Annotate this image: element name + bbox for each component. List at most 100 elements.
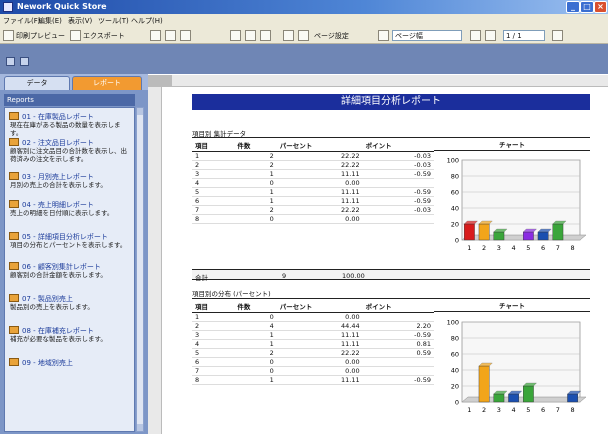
- table-cell: 1: [234, 196, 277, 206]
- table-cell: -0.59: [362, 375, 434, 385]
- table-cell: [362, 312, 434, 322]
- x-tick-label: 4: [512, 244, 516, 252]
- table-cell: 22.22: [276, 348, 363, 358]
- page-indicator[interactable]: 1 / 1: [503, 30, 545, 41]
- y-tick-label: 0: [455, 399, 459, 407]
- table-cell: 3: [192, 330, 235, 340]
- close-button[interactable]: ×: [594, 1, 607, 13]
- table-row: 2 4 44.44 2.20: [192, 321, 434, 331]
- prev-page-icon[interactable]: [485, 30, 496, 41]
- report-icon: [9, 358, 19, 366]
- title-bar: Nework Quick Store _ □ ×: [0, 0, 608, 14]
- table-cell: 4: [234, 321, 277, 331]
- table-cell: 3: [192, 169, 235, 179]
- table-cell: -0.03: [362, 151, 434, 161]
- y-tick-label: 20: [451, 383, 459, 391]
- zoom-select[interactable]: ページ幅: [392, 30, 462, 41]
- table-row: 6 0 0.00: [192, 357, 434, 367]
- forward-icon[interactable]: [20, 57, 29, 66]
- table-cell: 2: [234, 205, 277, 215]
- search-icon[interactable]: [283, 30, 294, 41]
- table-cell: 0: [234, 214, 277, 224]
- table-cell: 8: [192, 214, 235, 224]
- back-icon[interactable]: [6, 57, 15, 66]
- bar: [464, 223, 475, 241]
- toolbar: 印刷プレビュー エクスポート ページ設定 ページ幅 1 / 1: [0, 27, 608, 44]
- table-row: 8 0 0.00: [192, 214, 434, 224]
- bar: [478, 365, 490, 403]
- table-cell: 22.22: [276, 160, 363, 170]
- minimize-button[interactable]: _: [566, 1, 580, 13]
- grid-icon[interactable]: [245, 30, 256, 41]
- y-tick-label: 100: [447, 319, 459, 327]
- first-page-icon[interactable]: [470, 30, 481, 41]
- x-tick-label: 6: [541, 244, 545, 252]
- menu-edit[interactable]: 編集(E): [38, 16, 62, 26]
- printer-icon[interactable]: [230, 30, 241, 41]
- table-cell: 0.00: [276, 312, 363, 322]
- export-icon[interactable]: [70, 30, 81, 41]
- sidebar: Reports 01 - 在庫製品レポート 現在在庫がある製品の数量を表示します…: [0, 90, 148, 434]
- table-cell: 22.22: [276, 205, 363, 215]
- table-row: 1 0 0.00: [192, 312, 434, 322]
- table-cell: 0: [234, 312, 277, 322]
- stop-icon[interactable]: [260, 30, 271, 41]
- table-cell: 11.11: [276, 375, 363, 385]
- x-tick-label: 1: [467, 406, 471, 414]
- scroll-down-icon[interactable]: [137, 424, 143, 431]
- tab-data[interactable]: データ: [4, 76, 70, 90]
- report-item-desc: 補充が必要な製品を表示します。: [10, 335, 107, 343]
- print-preview-button[interactable]: 印刷プレビュー: [16, 31, 65, 41]
- export-button[interactable]: エクスポート: [83, 31, 125, 41]
- report-page: 詳細項目分析レポート 項目別 集計データ 項目 件数 パーセント ポイント 12…: [168, 88, 608, 434]
- settings-icon[interactable]: [180, 30, 191, 41]
- table-cell: 1: [234, 187, 277, 197]
- menu-tools[interactable]: ツール(T): [98, 16, 129, 26]
- scroll-up-icon[interactable]: [137, 108, 143, 115]
- table-cell: 0.00: [276, 178, 363, 188]
- table-cell: 4: [192, 178, 235, 188]
- table-row: 3 1 11.11 -0.59: [192, 169, 434, 179]
- page-setup-button[interactable]: ページ設定: [314, 31, 349, 41]
- table-cell: 1: [234, 169, 277, 179]
- report-icon: [9, 232, 19, 240]
- table-cell: [362, 178, 434, 188]
- y-tick-label: 80: [451, 335, 459, 343]
- y-tick-label: 60: [451, 189, 459, 197]
- x-tick-label: 2: [482, 406, 486, 414]
- report-item-desc: 項目の分布とパーセントを表示します。: [10, 241, 127, 249]
- table-cell: 2: [234, 348, 277, 358]
- x-tick-label: 3: [497, 406, 501, 414]
- sidebar-scrollbar[interactable]: [136, 107, 144, 432]
- maximize-button[interactable]: □: [580, 1, 594, 13]
- zoom-icon[interactable]: [378, 30, 389, 41]
- bar: [552, 223, 564, 241]
- table-row: 1 2 22.22 -0.03: [192, 151, 434, 161]
- x-tick-label: 5: [526, 406, 530, 414]
- page-icon[interactable]: [298, 30, 309, 41]
- section-caption: 項目別の分布 (パーセント): [192, 290, 271, 298]
- table-cell: 1: [192, 312, 235, 322]
- table-cell: 6: [192, 196, 235, 206]
- next-page-icon[interactable]: [552, 30, 563, 41]
- print-preview-icon[interactable]: [3, 30, 14, 41]
- report-list: 01 - 在庫製品レポート 現在在庫がある製品の数量を表示します。 02 - 注…: [4, 107, 135, 432]
- table-cell: 2: [192, 321, 235, 331]
- bar: [493, 393, 505, 403]
- panel-tabs: データ レポート: [0, 74, 148, 90]
- report-item-title[interactable]: 09 - 地域別売上: [22, 358, 132, 368]
- table-cell: 8: [192, 375, 235, 385]
- link-icon[interactable]: [165, 30, 176, 41]
- table-cell: 0.00: [276, 366, 363, 376]
- report-item-desc: 売上の明細を日付順に表示します。: [10, 209, 114, 217]
- menu-help[interactable]: ヘルプ(H): [131, 16, 163, 26]
- menu-file[interactable]: ファイル(F): [3, 16, 41, 26]
- table-cell: 2: [192, 160, 235, 170]
- report-item-desc: 製品別の売上を表示します。: [10, 303, 94, 311]
- pen-icon[interactable]: [150, 30, 161, 41]
- table-cell: 44.44: [276, 321, 363, 331]
- menu-view[interactable]: 表示(V): [68, 16, 92, 26]
- x-tick-label: 7: [556, 406, 560, 414]
- ruler-corner: [148, 75, 172, 87]
- tab-reports[interactable]: レポート: [72, 76, 142, 90]
